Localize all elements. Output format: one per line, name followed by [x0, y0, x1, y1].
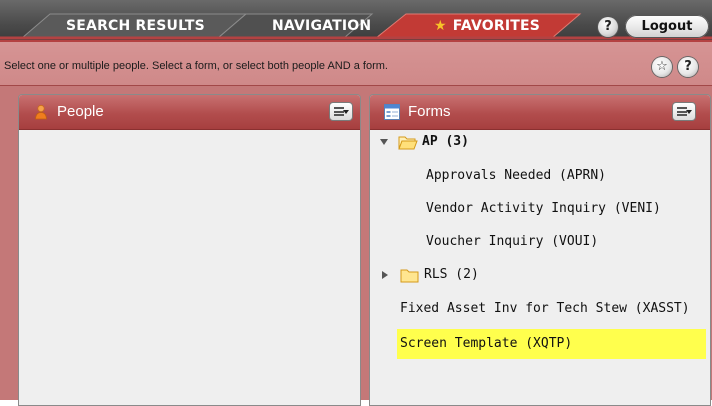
main-area: People Forms AP (3) Approvals Needed (AP… [0, 86, 712, 406]
tab-favorites-label: FAVORITES [452, 18, 541, 34]
tab-search-results[interactable]: SEARCH RESULTS [66, 15, 205, 37]
person-icon [35, 104, 47, 120]
forms-menu-button[interactable] [672, 102, 696, 121]
open-folder-icon [398, 136, 418, 150]
help-button[interactable]: ? [598, 17, 618, 37]
folder-rls-label: RLS (2) [424, 267, 479, 282]
instruction-help-button[interactable]: ? [678, 57, 698, 77]
star-icon: ★ [434, 18, 447, 34]
tree-item-veni[interactable]: Vendor Activity Inquiry (VENI) [426, 197, 661, 221]
tree-item-xqtp-selected[interactable]: Screen Template (XQTP) [397, 329, 706, 359]
logout-button[interactable]: Logout [625, 15, 709, 38]
form-icon [384, 104, 400, 120]
people-menu-button[interactable] [329, 102, 353, 121]
tab-navigation[interactable]: NAVIGATION [272, 15, 371, 37]
tree-item-voui[interactable]: Voucher Inquiry (VOUI) [426, 230, 598, 254]
folder-ap-label: AP (3) [422, 134, 469, 149]
instruction-bar: Select one or multiple people. Select a … [0, 40, 712, 86]
tree-item-aprn[interactable]: Approvals Needed (APRN) [426, 164, 606, 188]
tab-favorites[interactable]: ★ FAVORITES [434, 15, 540, 37]
forms-panel: Forms AP (3) Approvals Needed (APRN) Ven… [369, 94, 711, 406]
tree-item-xasst[interactable]: Fixed Asset Inv for Tech Stew (XASST) [400, 297, 690, 321]
tree-folder-rls[interactable]: RLS (2) [370, 263, 710, 287]
expand-arrow-icon[interactable] [380, 139, 388, 145]
people-panel: People [18, 94, 361, 406]
people-panel-header: People [19, 95, 360, 130]
collapse-arrow-icon[interactable] [382, 271, 388, 279]
add-favorite-button[interactable]: ☆ [652, 57, 672, 77]
star-outline-icon: ☆ [656, 59, 668, 74]
instruction-text: Select one or multiple people. Select a … [4, 60, 388, 72]
folder-icon [400, 269, 419, 283]
forms-panel-header: Forms [370, 95, 710, 130]
dropdown-arrow-icon [686, 110, 692, 114]
top-tab-bar: SEARCH RESULTS NAVIGATION ★ FAVORITES ? L… [0, 0, 712, 40]
dropdown-arrow-icon [343, 110, 349, 114]
people-panel-title: People [57, 103, 104, 120]
tree-folder-ap[interactable]: AP (3) [370, 130, 710, 154]
forms-panel-title: Forms [408, 103, 451, 120]
